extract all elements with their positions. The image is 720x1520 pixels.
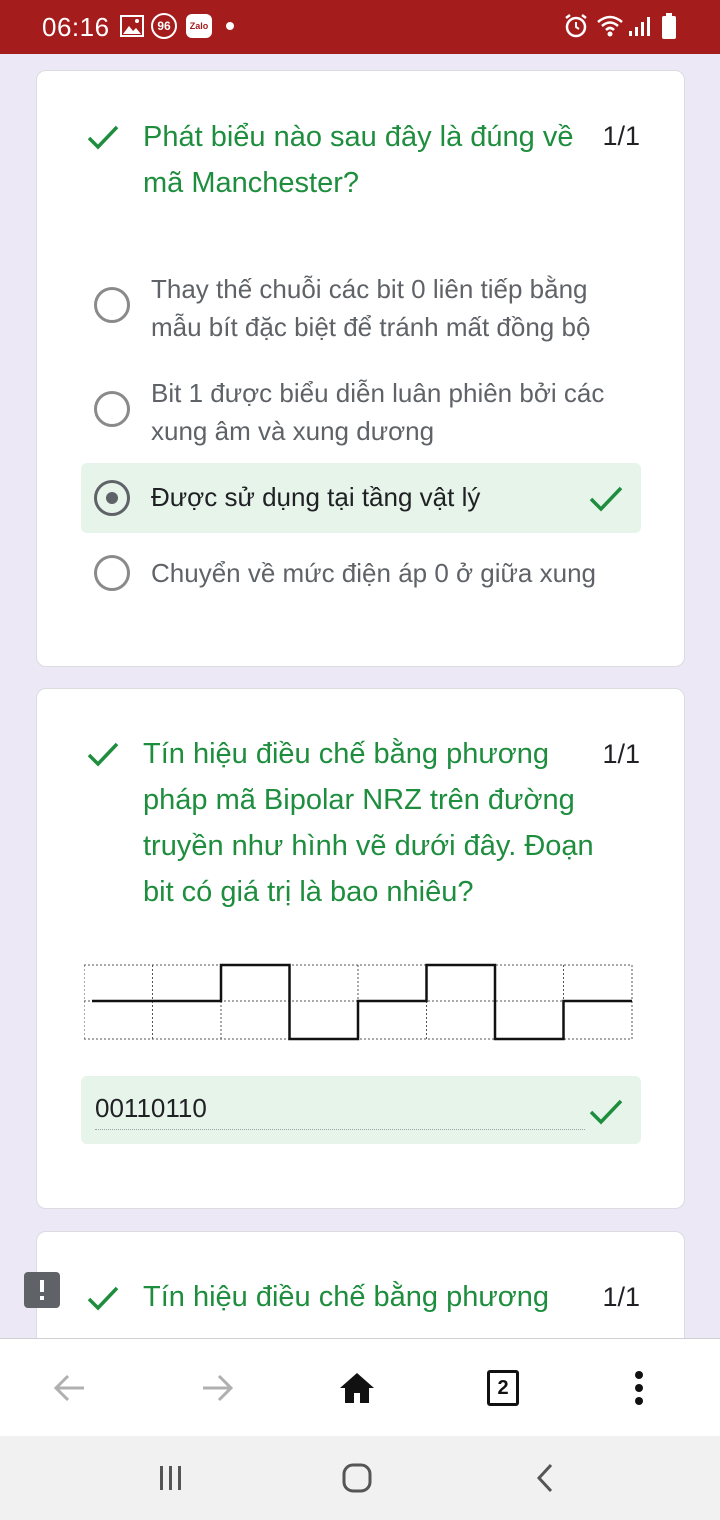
option-label: Thay thế chuỗi các bit 0 liên tiếp bằng … — [151, 274, 591, 342]
alarm-icon — [563, 14, 589, 38]
question-card-1: Phát biểu nào sau đây là đúng về mã Manc… — [36, 70, 685, 667]
badge-96-label: 96 — [151, 13, 177, 39]
zalo-label: Zalo — [186, 14, 212, 38]
question-title: Tín hiệu điều chế bằng phương pháp mã Bi… — [143, 738, 594, 908]
question-score: 1/1 — [602, 1282, 640, 1312]
tabs-icon[interactable]: 2 — [478, 1363, 528, 1413]
radio-button-selected[interactable] — [94, 480, 130, 516]
radio-button[interactable] — [94, 287, 130, 323]
system-navigation-bar — [0, 1436, 720, 1520]
question-card-3: Tín hiệu điều chế bằng phương 1/1 — [36, 1231, 685, 1338]
image-icon — [120, 14, 144, 38]
correct-check-icon — [87, 742, 119, 767]
recent-apps-icon[interactable] — [146, 1458, 196, 1498]
correct-check-icon — [87, 125, 119, 150]
signal-waveform-diagram — [84, 963, 633, 1041]
option-label: Bit 1 được biểu diễn luân phiên bởi các … — [151, 378, 605, 446]
correct-check-icon — [589, 486, 623, 512]
answer-value: 00110110 — [95, 1093, 207, 1123]
battery-icon — [662, 13, 676, 39]
question-title: Tín hiệu điều chế bằng phương — [143, 1281, 550, 1313]
option-label: Chuyển về mức điện áp 0 ở giữa xung — [151, 558, 596, 588]
question-score: 1/1 — [602, 739, 640, 769]
option-item-selected[interactable]: Được sử dụng tại tầng vật lý — [81, 463, 641, 533]
forward-icon[interactable] — [192, 1363, 242, 1413]
question-score: 1/1 — [602, 121, 640, 151]
home-button-icon[interactable] — [332, 1458, 382, 1498]
radio-button[interactable] — [94, 391, 130, 427]
badge-96-icon: 96 — [151, 13, 177, 39]
question-title: Phát biểu nào sau đây là đúng về mã Manc… — [143, 121, 574, 199]
home-icon[interactable] — [332, 1363, 382, 1413]
tab-count: 2 — [487, 1370, 519, 1406]
option-item[interactable]: Bit 1 được biểu diễn luân phiên bởi các … — [81, 371, 641, 453]
radio-button[interactable] — [94, 555, 130, 591]
option-label: Được sử dụng tại tầng vật lý — [151, 482, 481, 512]
wifi-icon — [596, 14, 624, 38]
menu-icon[interactable] — [614, 1363, 664, 1413]
option-item[interactable]: Chuyển về mức điện áp 0 ở giữa xung — [81, 547, 641, 599]
answer-field[interactable]: 00110110 — [81, 1076, 641, 1144]
back-icon[interactable] — [45, 1363, 95, 1413]
back-button-icon[interactable] — [520, 1458, 570, 1498]
dot-icon — [226, 14, 234, 38]
correct-check-icon — [87, 1286, 119, 1311]
question-card-2: Tín hiệu điều chế bằng phương pháp mã Bi… — [36, 688, 685, 1209]
status-time: 06:16 — [42, 12, 110, 42]
correct-check-icon — [589, 1099, 623, 1125]
browser-toolbar: 2 — [0, 1338, 720, 1436]
signal-icon — [628, 14, 650, 38]
option-item[interactable]: Thay thế chuỗi các bit 0 liên tiếp bằng … — [81, 267, 641, 349]
zalo-icon: Zalo — [186, 14, 212, 38]
status-bar: 06:16 96 Zalo — [0, 0, 720, 54]
answer-underline — [95, 1129, 585, 1130]
form-page[interactable]: Phát biểu nào sau đây là đúng về mã Manc… — [0, 54, 720, 1338]
feedback-icon[interactable] — [24, 1272, 60, 1308]
signal-line — [92, 963, 632, 1041]
